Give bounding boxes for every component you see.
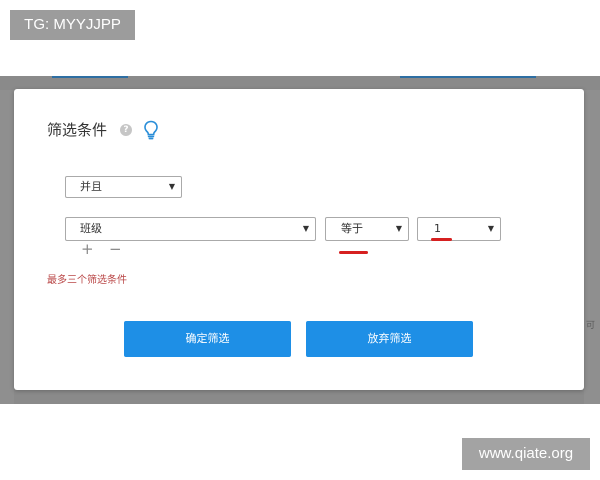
value-select-value: 1 bbox=[434, 222, 441, 235]
add-condition-button[interactable]: + bbox=[81, 240, 94, 258]
field-select[interactable]: 班级 ▼ bbox=[65, 217, 316, 241]
lightbulb-icon[interactable] bbox=[143, 120, 159, 140]
annotation-underline-value bbox=[431, 238, 452, 241]
chevron-down-icon: ▼ bbox=[168, 182, 175, 191]
operator-select[interactable]: 等于 ▼ bbox=[325, 217, 409, 241]
background-panel-right: 可 bbox=[584, 90, 600, 404]
background-tab-left bbox=[52, 76, 128, 78]
remove-condition-button[interactable]: − bbox=[109, 240, 122, 258]
condition-limit-note: 最多三个筛选条件 bbox=[47, 275, 127, 286]
logic-select[interactable]: 并且 ▼ bbox=[65, 176, 182, 198]
watermark-bottom: www.qiate.org bbox=[462, 438, 590, 470]
confirm-filter-button[interactable]: 确定筛选 bbox=[124, 321, 291, 357]
chevron-down-icon: ▼ bbox=[395, 224, 402, 233]
background-tab-right bbox=[400, 76, 536, 78]
chevron-down-icon: ▼ bbox=[302, 224, 309, 233]
chevron-down-icon: ▼ bbox=[487, 224, 494, 233]
background-side-hint: 可 bbox=[586, 321, 596, 331]
value-select[interactable]: 1 ▼ bbox=[417, 217, 501, 241]
field-select-value: 班级 bbox=[80, 222, 102, 235]
help-circle-icon[interactable]: ? bbox=[120, 124, 132, 136]
discard-filter-button[interactable]: 放弃筛选 bbox=[306, 321, 473, 357]
background-panel-left bbox=[0, 90, 14, 404]
operator-select-value: 等于 bbox=[341, 222, 363, 235]
watermark-top: TG: MYYJJPP bbox=[10, 10, 135, 40]
filter-dialog: 筛选条件 ? 并且 ▼ 班级 ▼ 等于 ▼ 1 ▼ + − 最多三个筛选条件 确… bbox=[14, 89, 584, 390]
logic-select-value: 并且 bbox=[80, 180, 102, 193]
annotation-underline-operator bbox=[339, 251, 368, 254]
dialog-title: 筛选条件 bbox=[47, 121, 108, 139]
